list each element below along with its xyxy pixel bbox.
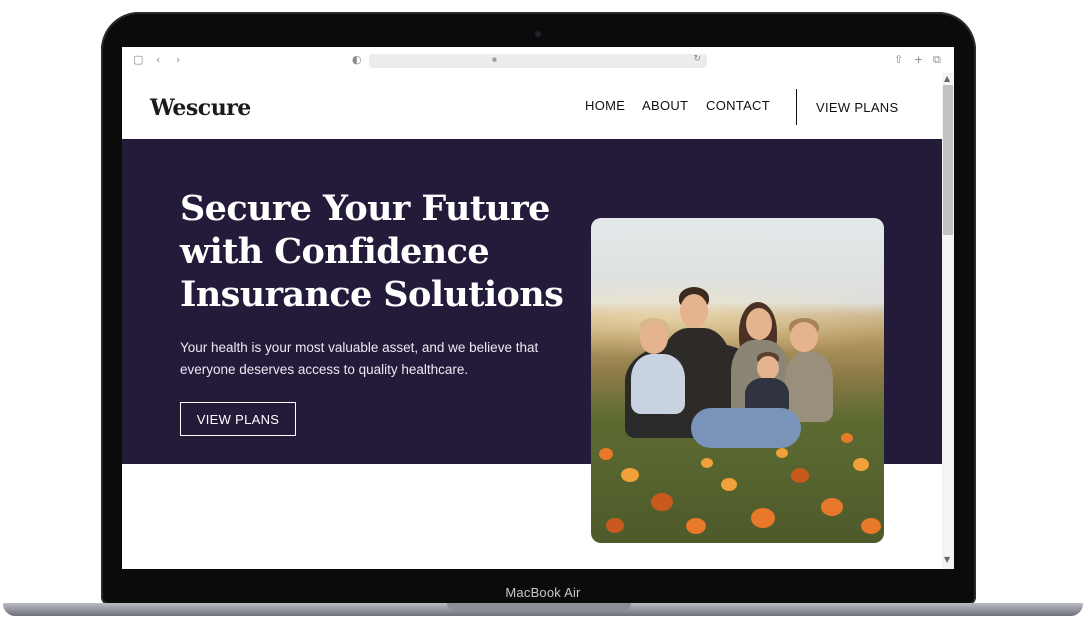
tabs-icon[interactable]: ⧉ [933,53,941,67]
family-photo [591,218,884,543]
laptop-notch [447,603,631,611]
view-plans-button[interactable]: VIEW PLANS [180,402,296,436]
scrollbar-thumb[interactable] [943,85,953,235]
site-header: Wescure HOME ABOUT CONTACT VIEW PLANS [122,73,942,140]
sidebar-icon[interactable]: ▢ [133,53,143,67]
hero-title: Secure Your Future with Confidence Insur… [180,188,564,315]
back-icon[interactable]: ‹ [156,53,160,67]
forward-icon[interactable]: › [176,53,180,67]
browser-toolbar: ▢ ‹ › ◐ ■ ↻ ⇧ + ⧉ [122,47,954,73]
site-logo[interactable]: Wescure [150,95,251,121]
nav-about[interactable]: ABOUT [642,98,688,113]
browser-window: ▢ ‹ › ◐ ■ ↻ ⇧ + ⧉ Wescure HOME ABOUT CON… [122,47,954,569]
camera-icon [535,31,541,37]
nav-home[interactable]: HOME [585,98,625,113]
nav-view-plans[interactable]: VIEW PLANS [816,100,898,115]
device-model-label: MacBook Air [505,585,581,600]
hero-subtitle: Your health is your most valuable asset,… [180,340,539,377]
new-tab-icon[interactable]: + [914,53,923,67]
scroll-down-icon[interactable]: ▼ [944,555,950,564]
shield-icon[interactable]: ◐ [352,53,362,67]
lock-icon: ■ [492,55,497,64]
nav-contact[interactable]: CONTACT [706,98,770,113]
nav-divider [796,89,797,125]
scroll-up-icon[interactable]: ▲ [944,74,950,83]
share-icon[interactable]: ⇧ [894,53,903,67]
address-bar[interactable]: ■ ↻ [369,54,707,68]
reload-icon[interactable]: ↻ [693,54,701,64]
